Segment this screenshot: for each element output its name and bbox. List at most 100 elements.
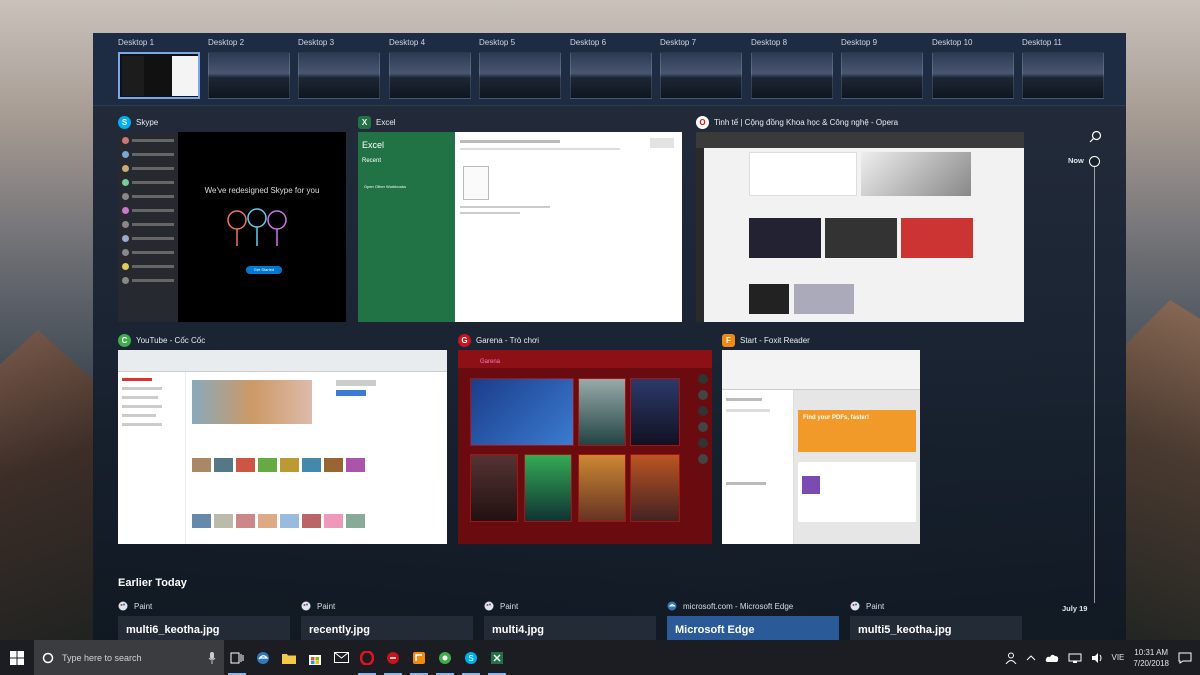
skype-contacts: [118, 132, 178, 322]
youtube-feed: [186, 372, 447, 544]
mail-icon: [333, 652, 349, 663]
foxit-ribbon: [722, 350, 920, 390]
desktop-label: Desktop 2: [208, 38, 245, 47]
desktop-preview: [932, 52, 1014, 99]
cortana-icon: [42, 652, 54, 663]
desktop-7-thumb[interactable]: Desktop 7: [660, 38, 744, 99]
people-icon[interactable]: [1005, 652, 1017, 664]
desktop-label: Desktop 3: [298, 38, 335, 47]
activity-app-name: Paint: [317, 601, 336, 611]
window-garena[interactable]: G Garena - Trò chơi Garena: [458, 332, 712, 544]
desktop-label: Desktop 4: [389, 38, 426, 47]
activity-card[interactable]: Paint multi6_keotha.jpg: [118, 600, 290, 644]
opera-icon: O: [696, 115, 709, 129]
foxit-promo-text: Find your PDFs, faster!: [798, 410, 916, 452]
taskbar-foxit[interactable]: [406, 640, 432, 675]
activity-card[interactable]: Paint recently.jpg: [301, 600, 473, 644]
taskbar-mail[interactable]: [328, 640, 354, 675]
desktop-8-thumb[interactable]: Desktop 8: [751, 38, 835, 99]
activity-app-name: Paint: [866, 601, 885, 611]
opera-page: [704, 148, 1024, 322]
desktop-4-thumb[interactable]: Desktop 4: [389, 38, 473, 99]
system-tray: VIE 10:31 AM 7/20/2018: [1005, 647, 1200, 669]
action-center-icon[interactable]: [1178, 652, 1192, 664]
task-view-icon: [230, 652, 244, 663]
search-placeholder: Type here to search: [62, 652, 142, 663]
window-preview: We've redesigned Skype for you Get Start…: [118, 132, 346, 322]
desktop-label: Desktop 1: [118, 38, 155, 47]
window-opera[interactable]: O Tinh tế | Cộng đồng Khoa học & Công ng…: [696, 114, 1024, 324]
desktop-11-thumb[interactable]: Desktop 11: [1022, 38, 1106, 99]
timeline-now-label: Now: [1068, 156, 1084, 165]
skype-icon: S: [118, 115, 131, 129]
desktop-2-thumb[interactable]: Desktop 2: [208, 38, 292, 99]
wallpaper-mountain-right: [1125, 300, 1200, 675]
garena-topbar: Garena: [458, 350, 712, 368]
store-icon: [309, 654, 321, 665]
task-view-button[interactable]: [224, 640, 250, 675]
window-coccoc[interactable]: C YouTube - Cốc Cốc: [118, 332, 447, 544]
garena-app: Garena: [458, 350, 712, 544]
edge-icon: [257, 651, 269, 664]
desktop-3-thumb[interactable]: Desktop 3: [298, 38, 382, 99]
windows-logo-icon: [10, 650, 24, 665]
skype-welcome: We've redesigned Skype for you Get Start…: [178, 132, 346, 322]
taskbar-skype[interactable]: S: [458, 640, 484, 675]
skype-get-started-button: Get Started: [246, 266, 282, 274]
desktop-label: Desktop 9: [841, 38, 878, 47]
taskbar-file-explorer[interactable]: [276, 640, 302, 675]
activity-card[interactable]: Paint multi5_keotha.jpg: [850, 600, 1022, 644]
onedrive-icon[interactable]: [1045, 653, 1059, 663]
taskbar-garena[interactable]: [380, 640, 406, 675]
desktop-preview: [751, 52, 833, 99]
volume-icon[interactable]: [1091, 652, 1103, 664]
taskbar-edge[interactable]: [250, 640, 276, 675]
window-skype[interactable]: S Skype We've redesigned Skype for you G…: [118, 114, 346, 324]
taskbar-coccoc[interactable]: [432, 640, 458, 675]
window-title: Excel: [376, 117, 396, 127]
search-icon[interactable]: [1089, 130, 1102, 143]
taskbar-store[interactable]: [302, 640, 328, 675]
window-preview: [118, 350, 447, 544]
window-title-bar: S Skype: [118, 114, 158, 130]
folder-icon: [282, 653, 296, 664]
clock-date: 7/20/2018: [1133, 658, 1169, 668]
excel-template-area: [455, 132, 682, 322]
timeline-date-label: July 19: [1062, 604, 1088, 613]
paint-icon: [118, 601, 128, 611]
window-title-bar: O Tinh tế | Cộng đồng Khoa học & Công ng…: [696, 114, 898, 130]
desktop-1-thumb[interactable]: Desktop 1: [118, 38, 202, 99]
taskbar: Type here to search S VIE 10:31 AM 7/20/…: [0, 640, 1200, 675]
activity-card[interactable]: Paint multi4.jpg: [484, 600, 656, 644]
microphone-icon[interactable]: [208, 651, 216, 664]
taskbar-opera[interactable]: [354, 640, 380, 675]
network-icon[interactable]: [1068, 653, 1082, 663]
foxit-icon: F: [722, 333, 735, 347]
taskbar-search-box[interactable]: Type here to search: [34, 640, 224, 675]
desktop-9-thumb[interactable]: Desktop 9: [841, 38, 925, 99]
desktop-5-thumb[interactable]: Desktop 5: [479, 38, 563, 99]
desktop-preview: [660, 52, 742, 99]
taskbar-clock[interactable]: 10:31 AM 7/20/2018: [1133, 647, 1169, 669]
taskbar-excel[interactable]: [484, 640, 510, 675]
input-language[interactable]: VIE: [1112, 653, 1125, 662]
start-button[interactable]: [0, 640, 34, 675]
window-excel[interactable]: X Excel Excel Recent Open Other Workbook…: [358, 114, 682, 324]
chevron-up-icon[interactable]: [1026, 654, 1036, 662]
timeline-scrubber[interactable]: [1089, 156, 1100, 167]
window-title-bar: F Start - Foxit Reader: [722, 332, 810, 348]
skype-banner-text: We've redesigned Skype for you: [204, 186, 320, 195]
window-preview: Garena: [458, 350, 712, 544]
desktop-10-thumb[interactable]: Desktop 10: [932, 38, 1016, 99]
clock-time: 10:31 AM: [1134, 647, 1169, 657]
desktop-6-thumb[interactable]: Desktop 6: [570, 38, 654, 99]
window-preview: Find your PDFs, faster!: [722, 350, 920, 544]
paint-icon: [484, 601, 494, 611]
activity-card[interactable]: microsoft.com - Microsoft Edge Microsoft…: [667, 600, 839, 644]
desktop-label: Desktop 8: [751, 38, 788, 47]
foxit-promo-area: Find your PDFs, faster!: [794, 390, 920, 544]
desktop-preview: [479, 52, 561, 99]
window-foxit[interactable]: F Start - Foxit Reader Find your PDFs, f…: [722, 332, 920, 544]
virtual-desktops-bar: Desktop 1 Desktop 2 Desktop 3 Desktop 4 …: [93, 33, 1126, 106]
window-title: YouTube - Cốc Cốc: [136, 335, 206, 345]
